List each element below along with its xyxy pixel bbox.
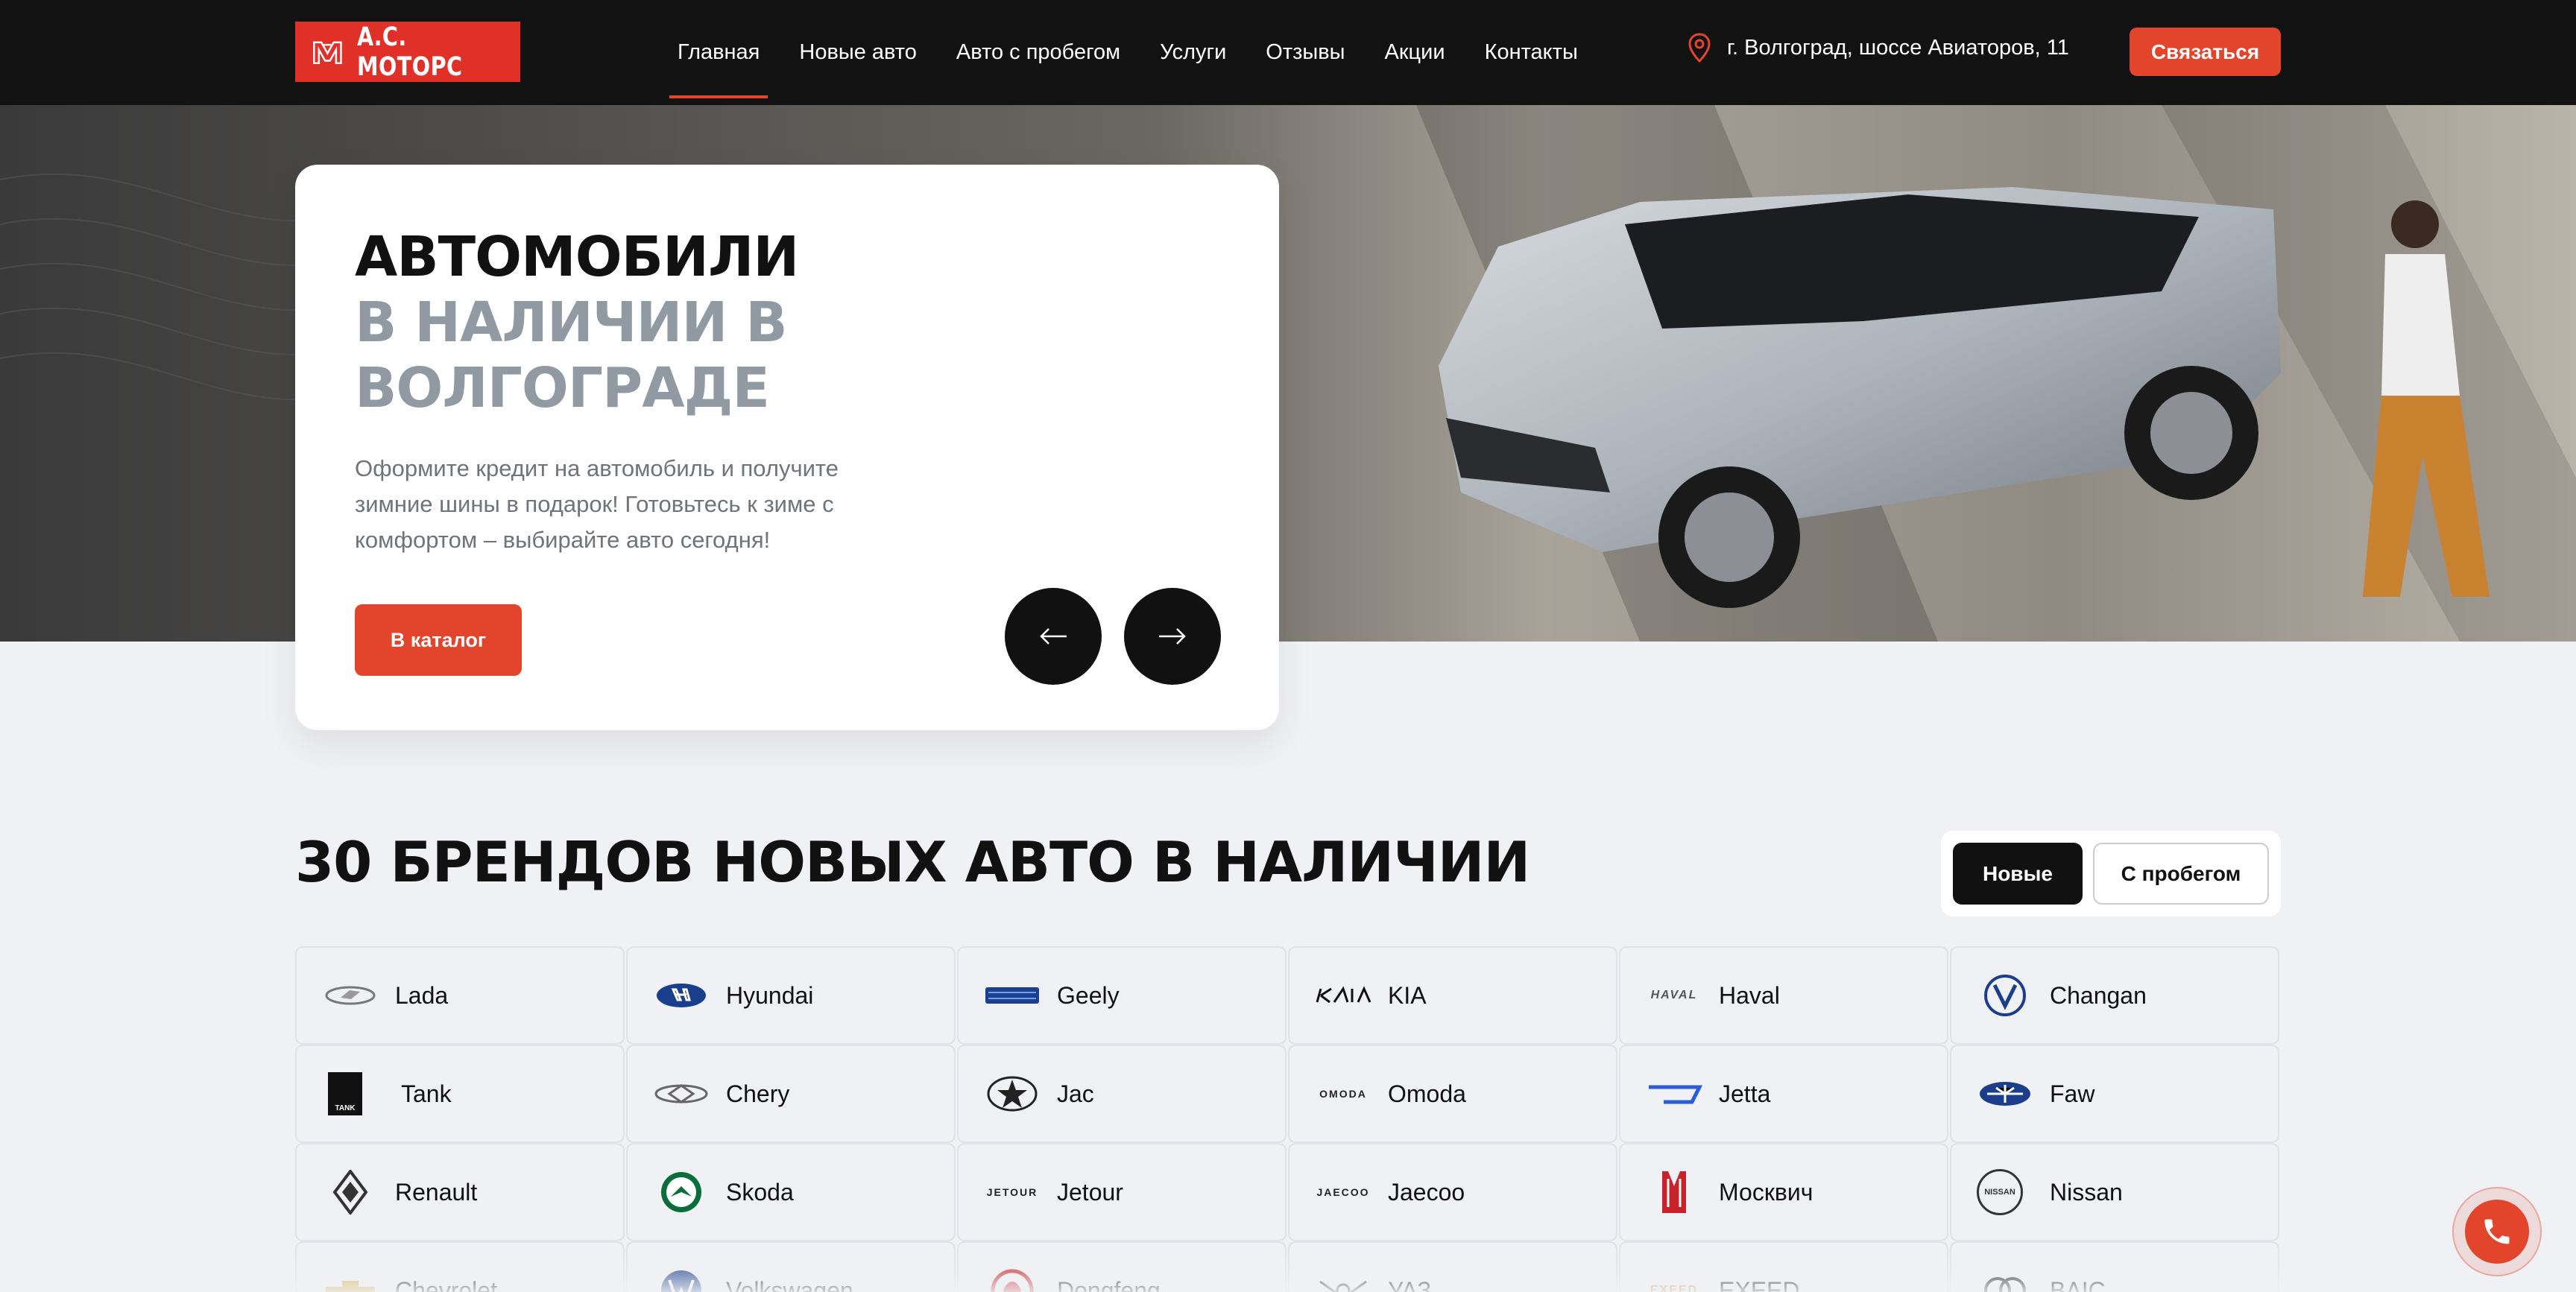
brand-name: KIA [1388,981,1427,1009]
renault-logo-icon [322,1170,379,1215]
logo-text: А.С. МОТОРС [356,22,463,82]
faw-logo-icon [1977,1073,2033,1115]
brand-card-kia[interactable]: KIA [1288,946,1617,1045]
hyundai-logo-icon [653,975,710,1016]
lada-logo-icon [322,975,379,1016]
call-button-inner [2465,1200,2529,1264]
brand-card-nissan[interactable]: NISSAN Nissan [1950,1143,2279,1241]
skoda-logo-icon [653,1171,710,1213]
brand-name: Changan [2050,981,2147,1009]
nissan-logo-icon: NISSAN [1977,1169,2023,1215]
brand-card-haval[interactable]: HAVAL Haval [1619,946,1948,1045]
brand-card-jetta[interactable]: Jetta [1619,1045,1948,1143]
brand-name: Skoda [726,1178,794,1206]
brand-name: Jetour [1057,1178,1123,1206]
tank-logo-icon: TANK [328,1072,362,1115]
slider-prev-button[interactable] [1005,588,1102,685]
brand-card-chery[interactable]: Chery [626,1045,956,1143]
nav-item-promotions[interactable]: Акции [1377,0,1453,105]
brand-name: Jaecoo [1388,1178,1465,1206]
site-header: А.С. МОТОРС Главная Новые авто Авто с пр… [0,0,2576,105]
catalog-button[interactable]: В каталог [355,604,522,676]
brand-card-moskvich[interactable]: Москвич [1619,1143,1948,1241]
moskvich-logo-icon [1646,1171,1702,1213]
address[interactable]: г. Волгоград, шоссе Авиаторов, 11 [1688,33,2069,63]
location-pin-icon [1688,33,1711,63]
jetta-logo-icon [1646,1073,1702,1115]
arrow-left-icon [1040,628,1067,645]
address-text: г. Волгоград, шоссе Авиаторов, 11 [1727,35,2069,60]
kia-logo-icon [1315,975,1371,1016]
brand-card-jac[interactable]: Jac [957,1045,1287,1143]
nav-item-services[interactable]: Услуги [1152,0,1234,105]
main-nav: Главная Новые авто Авто с пробегом Услуг… [669,0,1617,105]
hero-title-line1: АВТОМОБИЛИ [355,225,799,289]
brand-card-tank[interactable]: TANK Tank [295,1045,625,1143]
call-button[interactable] [2452,1187,2542,1276]
brand-name: Renault [395,1178,478,1206]
brand-name: Chery [726,1080,790,1107]
haval-logo-icon: HAVAL [1650,989,1698,1001]
nav-item-used-cars[interactable]: Авто с пробегом [948,0,1128,105]
logo-mark-icon [313,41,342,64]
brand-card-geely[interactable]: Geely [957,946,1287,1045]
jac-logo-icon [984,1073,1041,1115]
condition-toggle: Новые С пробегом [1941,831,2281,916]
brand-name: Jac [1057,1080,1094,1107]
brands-section-title: 30 БРЕНДОВ НОВЫХ АВТО В НАЛИЧИИ [295,829,1530,895]
brand-name: Tank [401,1080,452,1107]
nav-item-reviews[interactable]: Отзывы [1257,0,1353,105]
brand-card-renault[interactable]: Renault [295,1143,625,1241]
brand-card-jaecoo[interactable]: JAECOO Jaecoo [1288,1143,1617,1241]
nav-item-new-cars[interactable]: Новые авто [791,0,925,105]
brand-card-skoda[interactable]: Skoda [626,1143,956,1241]
brand-name: Faw [2050,1080,2095,1107]
omoda-logo-icon: OMODA [1319,1088,1367,1100]
hero-description: Оформите кредит на автомобиль и получите… [355,455,839,553]
brand-name: Hyundai [726,981,814,1009]
brand-card-jetour[interactable]: JETOUR Jetour [957,1143,1287,1241]
chery-logo-icon [653,1073,710,1115]
hero-title: АВТОМОБИЛИ В НАЛИЧИИ В ВОЛГОГРАДЕ [355,224,799,421]
brand-name: Lada [395,981,449,1009]
geely-logo-icon [984,975,1041,1016]
hero-title-line2: В НАЛИЧИИ В [355,291,788,355]
brand-name: Jetta [1719,1080,1771,1107]
changan-logo-icon [1977,975,2033,1016]
phone-icon [2484,1219,2510,1244]
bottom-fade [0,1252,2576,1292]
toggle-new-button[interactable]: Новые [1953,843,2083,905]
brand-grid: Lada Hyundai Geely KIA HAVAL Haval Changan TANK… [295,946,2281,1292]
hero-card: АВТОМОБИЛИ В НАЛИЧИИ В ВОЛГОГРАДЕ Оформи… [295,165,1279,730]
jetour-logo-icon: JETOUR [986,1186,1038,1198]
brand-card-lada[interactable]: Lada [295,946,625,1045]
site-logo[interactable]: А.С. МОТОРС [295,22,520,82]
contact-button[interactable]: Связаться [2130,28,2281,76]
brand-card-changan[interactable]: Changan [1950,946,2279,1045]
jaecoo-logo-icon: JAECOO [1316,1186,1370,1198]
brand-name: Geely [1057,981,1120,1009]
toggle-used-button[interactable]: С пробегом [2093,843,2269,905]
brand-name: Haval [1719,981,1780,1009]
hero-title-line3: ВОЛГОГРАДЕ [355,356,770,420]
nav-item-home[interactable]: Главная [669,0,768,105]
brand-card-faw[interactable]: Faw [1950,1045,2279,1143]
slider-next-button[interactable] [1124,588,1221,685]
brand-card-hyundai[interactable]: Hyundai [626,946,956,1045]
nav-item-contacts[interactable]: Контакты [1477,0,1586,105]
brand-name: Nissan [2050,1178,2123,1206]
arrow-right-icon [1159,628,1186,645]
brand-card-omoda[interactable]: OMODA Omoda [1288,1045,1617,1143]
brand-name: Москвич [1719,1178,1813,1206]
brand-name: Omoda [1388,1080,1466,1107]
